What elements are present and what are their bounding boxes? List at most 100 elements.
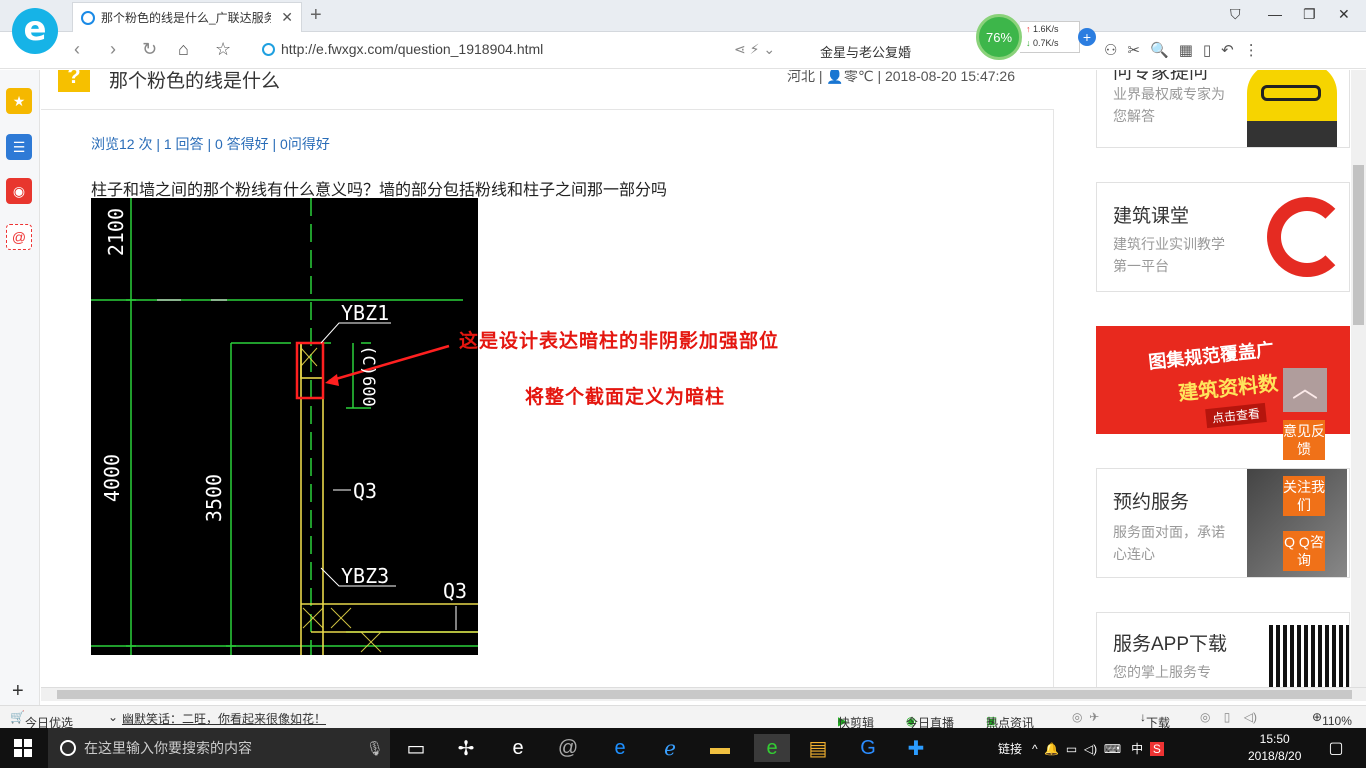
taskbar-clock[interactable]: 15:50 2018/8/20 bbox=[1248, 731, 1301, 765]
question-stats[interactable]: 浏览12 次 | 1 回答 | 0 答得好 | 0问得好 bbox=[91, 134, 330, 154]
system-tray[interactable]: 链接 ^ 🔔 ▭ ◁) ⌨ 中 S bbox=[998, 740, 1164, 757]
microphone-icon[interactable]: 🎙 bbox=[366, 740, 384, 757]
qq-consult-button[interactable]: Q Q咨询 bbox=[1283, 531, 1325, 571]
speedup-plus-icon[interactable]: + bbox=[1078, 28, 1096, 46]
tab-bar: 那个粉色的线是什么_广联达服务 ✕ + ⛉ — ❐ ✕ bbox=[0, 0, 1366, 32]
column-divider bbox=[1053, 110, 1054, 687]
back-icon[interactable]: ‹ bbox=[74, 39, 80, 60]
clock-date: 2018/8/20 bbox=[1248, 749, 1302, 763]
cortana-icon bbox=[60, 740, 76, 756]
tab-title: 那个粉色的线是什么_广联达服务 bbox=[101, 11, 271, 25]
url-field[interactable]: http://e.fwxgx.com/question_1918904.html bbox=[262, 41, 543, 57]
edge-icon[interactable]: e bbox=[606, 734, 634, 762]
course-card[interactable]: 建筑课堂 建筑行业实训教学第一平台 bbox=[1096, 182, 1350, 292]
app-download-card[interactable]: 服务APP下载 您的掌上服务专 bbox=[1096, 612, 1350, 687]
dim-2100: 2100 bbox=[104, 208, 128, 256]
notes-app-icon[interactable]: ▤ bbox=[804, 734, 832, 762]
course-logo-icon bbox=[1267, 197, 1347, 277]
vertical-scrollbar[interactable] bbox=[1351, 70, 1366, 687]
sogou-ime-icon[interactable]: S bbox=[1149, 742, 1164, 756]
browser-task-active-icon[interactable]: e bbox=[754, 734, 790, 762]
browser-logo[interactable]: e bbox=[12, 8, 58, 54]
share-lightning-icons[interactable]: ⋖ ⚡ ⌄ bbox=[734, 41, 775, 58]
cross-app-icon[interactable]: ✚ bbox=[902, 734, 930, 762]
home-icon[interactable]: ⌂ bbox=[178, 39, 189, 60]
tab-active[interactable]: 那个粉色的线是什么_广联达服务 ✕ bbox=[72, 2, 302, 32]
reading-list-icon[interactable]: ☰ bbox=[6, 134, 32, 160]
network-speed-widget[interactable]: ↑ 1.6K/s ↓ 0.7K/s 76% + bbox=[976, 14, 1102, 60]
spiral-app-icon[interactable]: @ bbox=[554, 734, 582, 762]
appointment-title: 预约服务 bbox=[1113, 492, 1190, 513]
taskbar-search[interactable]: 在这里输入你要搜索的内容 🎙 bbox=[48, 728, 390, 768]
taskbar-search-placeholder: 在这里输入你要搜索的内容 bbox=[84, 740, 252, 756]
today-picks[interactable]: 🛒 今日优选 bbox=[10, 710, 73, 730]
secure-site-icon bbox=[262, 43, 275, 56]
dim-4000: 4000 bbox=[100, 454, 124, 502]
qr-code-icon bbox=[1269, 625, 1349, 687]
chevron-down-icon[interactable]: ⌄ bbox=[108, 710, 118, 724]
speed-rates: ↑ 1.6K/s ↓ 0.7K/s bbox=[1020, 21, 1080, 53]
ime-indicator[interactable]: 中 bbox=[1131, 742, 1143, 756]
shirt-skin-icon[interactable]: ⛉ bbox=[1230, 6, 1241, 23]
expert-card[interactable]: 问专家提问 业界最权威专家为您解答 bbox=[1096, 70, 1350, 148]
follow-us-button[interactable]: 关注我们 bbox=[1283, 476, 1325, 516]
address-bar-row: ‹ › ↻ ⌂ ☆ http://e.fwxgx.com/question_19… bbox=[0, 33, 1366, 69]
zoom-level[interactable]: ⊕ 110% bbox=[1312, 710, 1352, 728]
expert-title: 问专家提问 bbox=[1113, 70, 1209, 83]
weibo-icon[interactable]: ◉ bbox=[6, 178, 32, 204]
task-view-icon[interactable]: ▭ bbox=[402, 734, 430, 762]
joke-link[interactable]: 幽默笑话：二旺，你看起来很像如花！ bbox=[122, 710, 326, 727]
expert-desc: 业界最权威专家为您解答 bbox=[1113, 86, 1225, 124]
vertical-scroll-thumb[interactable] bbox=[1353, 165, 1364, 325]
favorite-star-icon[interactable]: ☆ bbox=[215, 39, 231, 60]
glodon-app-icon[interactable]: G bbox=[854, 734, 882, 762]
page-content: ? 那个粉色的线是什么 河北 | 👤零℃ | 2018-08-20 15:47:… bbox=[41, 70, 1351, 687]
favorites-star-icon[interactable]: ★ bbox=[6, 88, 32, 114]
url-text: http://e.fwxgx.com/question_1918904.html bbox=[281, 41, 544, 57]
annotation-text-1: 这是设计表达暗柱的非阴影加强部位 bbox=[459, 330, 780, 352]
windows-start-icon[interactable] bbox=[14, 739, 32, 757]
mail-icon[interactable]: @ bbox=[6, 224, 32, 250]
label-ybz1: YBZ1 bbox=[341, 301, 389, 325]
horizontal-scroll-thumb[interactable] bbox=[57, 690, 1352, 699]
expert-mascot-icon bbox=[1247, 70, 1337, 147]
tray-link[interactable]: 链接 bbox=[998, 742, 1022, 756]
app-title: 服务APP下载 bbox=[1113, 634, 1228, 655]
course-desc: 建筑行业实训教学第一平台 bbox=[1113, 236, 1225, 274]
banner-button[interactable]: 点击查看 bbox=[1205, 402, 1267, 429]
new-tab-button[interactable]: + bbox=[310, 4, 322, 27]
appointment-desc: 服务面对面，承诺心连心 bbox=[1113, 524, 1225, 562]
site-favicon-icon bbox=[81, 10, 95, 25]
dim-3500: 3500 bbox=[202, 474, 226, 522]
refresh-icon[interactable]: ↻ bbox=[142, 39, 157, 60]
label-q3-b: Q3 bbox=[443, 579, 467, 603]
browser-status-bar: 🛒 今日优选 ⌄ 幽默笑话：二旺，你看起来很像如花！ ▶ 快剪辑 ◉ 今日直播 … bbox=[0, 705, 1366, 730]
pinwheel-app-icon[interactable]: ✢ bbox=[452, 734, 480, 762]
minimize-icon[interactable]: — bbox=[1268, 6, 1282, 22]
download-rate: 0.7K/s bbox=[1033, 38, 1059, 48]
close-window-icon[interactable]: ✕ bbox=[1338, 6, 1350, 23]
restore-icon[interactable]: ❐ bbox=[1303, 6, 1316, 23]
label-ybz3: YBZ3 bbox=[341, 564, 389, 588]
status-tool-icons[interactable]: ◎ ✈ bbox=[1072, 710, 1099, 724]
question-title: 那个粉色的线是什么 bbox=[109, 71, 281, 92]
file-explorer-icon[interactable]: ▬ bbox=[706, 734, 734, 762]
ie-browser-e-icon[interactable]: e bbox=[504, 734, 532, 762]
back-to-top-button[interactable]: ︿ bbox=[1283, 368, 1327, 412]
notification-center-icon[interactable]: ▢ bbox=[1322, 734, 1350, 762]
feedback-button[interactable]: 意见反馈 bbox=[1283, 420, 1325, 460]
forward-icon[interactable]: › bbox=[110, 39, 116, 60]
status-misc-icons[interactable]: ◎ ▯ ◁) bbox=[1200, 710, 1257, 724]
sidebar-add-icon[interactable]: + bbox=[12, 680, 24, 703]
question-mark-icon: ? bbox=[58, 70, 90, 92]
download-link[interactable]: ↓ 下载 bbox=[1140, 710, 1170, 730]
cad-drawing-image[interactable]: 2100 4000 3500 (C)600 YBZ1 Q3 YBZ3 Q3 bbox=[91, 198, 478, 655]
label-q3-a: Q3 bbox=[353, 479, 377, 503]
annotation-text-2: 将整个截面定义为暗柱 bbox=[525, 386, 726, 408]
close-tab-icon[interactable]: ✕ bbox=[281, 9, 293, 26]
search-suggestion[interactable]: 金星与老公复婚 bbox=[820, 42, 911, 61]
course-title: 建筑课堂 bbox=[1113, 206, 1190, 227]
windows-taskbar: 在这里输入你要搜索的内容 🎙 ▭ ✢ e @ e ℯ ▬ e ▤ G ✚ 链接 … bbox=[0, 728, 1366, 768]
toolbar-icons[interactable]: ⚇✂🔍▦▯↶⋮ bbox=[1104, 41, 1269, 59]
internet-explorer-icon[interactable]: ℯ bbox=[656, 734, 684, 762]
